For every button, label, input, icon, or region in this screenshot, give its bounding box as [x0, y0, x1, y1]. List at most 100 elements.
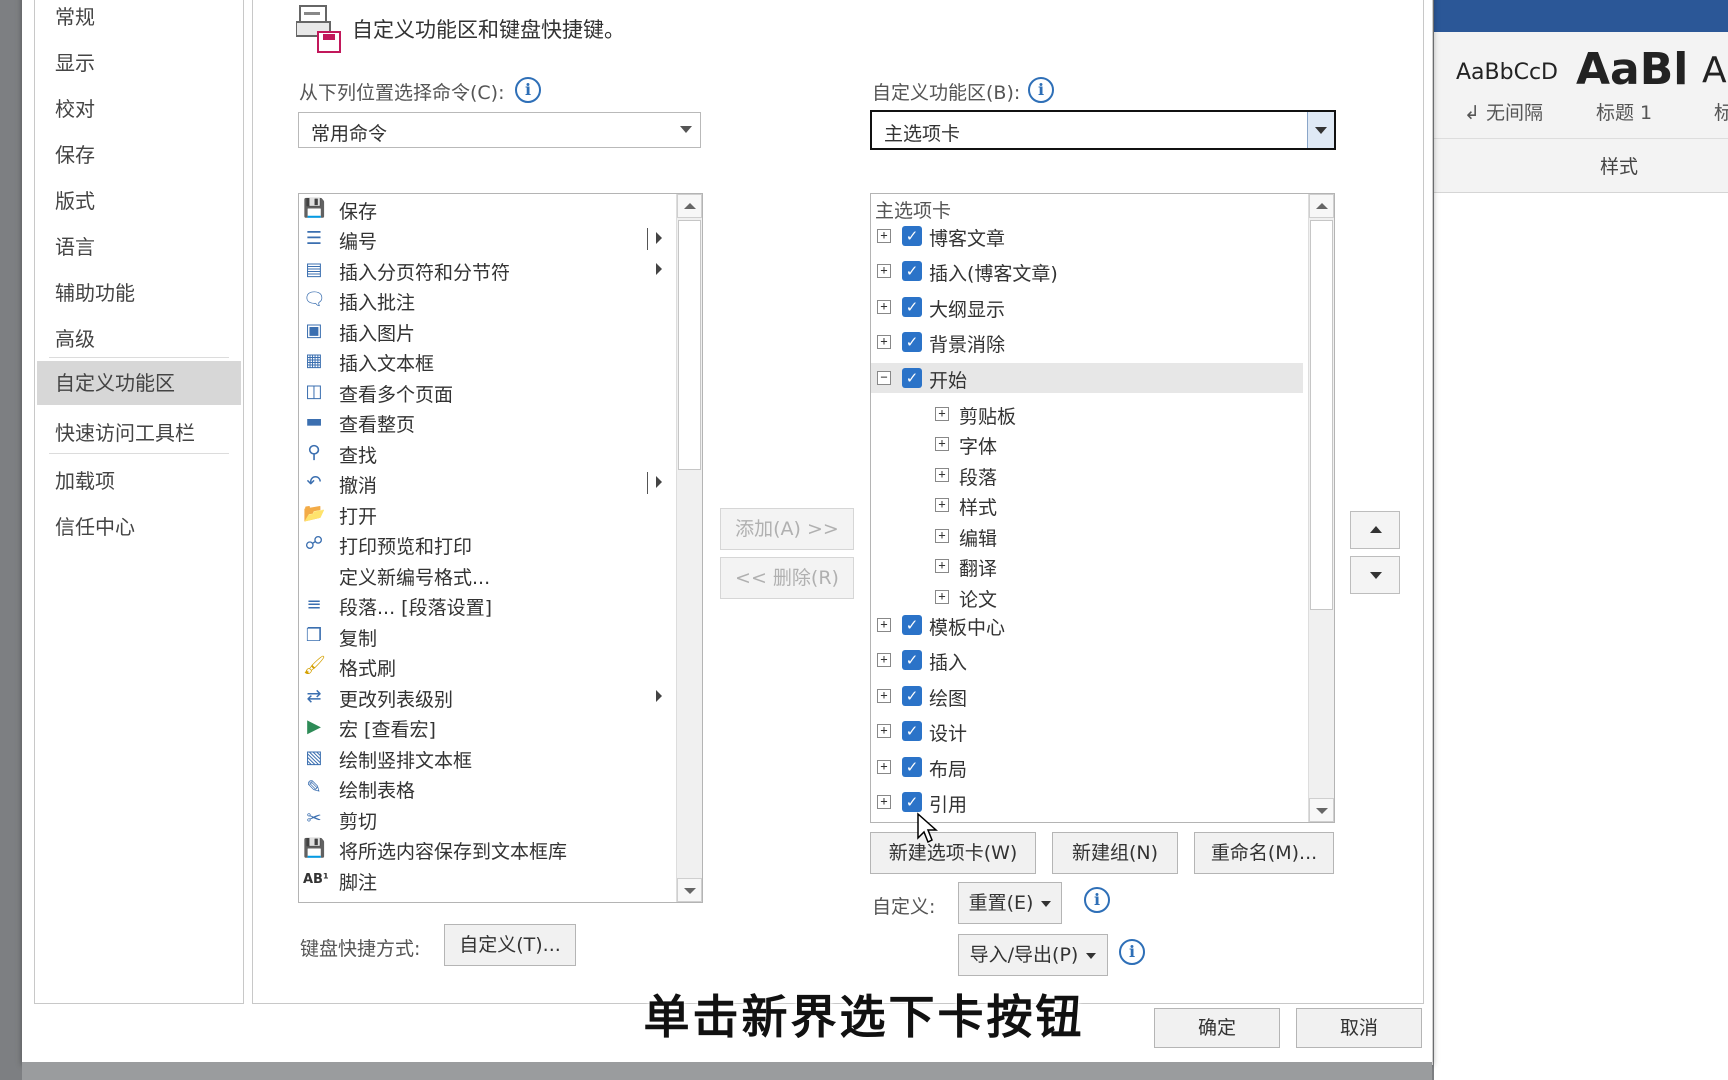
expand-icon[interactable]: +: [877, 760, 891, 774]
list-item[interactable]: ▣ 插入图片: [299, 316, 659, 346]
checkbox-checked-icon[interactable]: ✓: [902, 686, 922, 706]
sidebar-item-proofing[interactable]: 校对: [55, 93, 95, 122]
tree-group-row[interactable]: + 样式: [871, 490, 1301, 520]
tree-tab-row[interactable]: + ✓ 大纲显示: [871, 292, 1301, 322]
scroll-up-button[interactable]: [677, 194, 702, 218]
sidebar-item-advanced[interactable]: 高级: [55, 323, 95, 352]
checkbox-checked-icon[interactable]: ✓: [902, 615, 922, 635]
list-item[interactable]: ⇄ 更改列表级别: [299, 682, 662, 712]
style-normal-sample[interactable]: AaBbCcD: [1456, 60, 1558, 85]
collapse-icon[interactable]: −: [877, 371, 891, 385]
tree-tab-row[interactable]: + ✓ 博客文章: [871, 221, 1301, 251]
list-item[interactable]: 🖌 格式刷: [299, 651, 659, 681]
commands-scrollbar[interactable]: [676, 194, 702, 902]
expand-icon[interactable]: +: [877, 689, 891, 703]
checkbox-checked-icon[interactable]: ✓: [902, 650, 922, 670]
list-item[interactable]: ✎ 绘制表格: [299, 773, 659, 803]
expand-icon[interactable]: +: [935, 468, 949, 482]
new-tab-button[interactable]: 新建选项卡(W): [870, 832, 1036, 874]
info-icon[interactable]: i: [1119, 939, 1145, 965]
sidebar-item-general[interactable]: 常规: [55, 1, 95, 30]
expand-icon[interactable]: +: [935, 559, 949, 573]
scroll-up-button[interactable]: [1309, 194, 1334, 218]
tree-group-row[interactable]: + 剪贴板: [871, 399, 1301, 429]
info-icon[interactable]: i: [1084, 887, 1110, 913]
checkbox-checked-icon[interactable]: ✓: [902, 792, 922, 812]
list-item[interactable]: ▤ 插入分页符和分节符: [299, 255, 662, 285]
expand-icon[interactable]: +: [877, 795, 891, 809]
tree-tab-row-selected[interactable]: − ✓ 开始: [871, 363, 1303, 393]
sidebar-item-layout[interactable]: 版式: [55, 185, 95, 214]
list-item[interactable]: ☰ 编号: [299, 224, 662, 254]
list-item[interactable]: ☍ 打印预览和打印: [299, 529, 659, 559]
list-item[interactable]: ◫ 查看多个页面: [299, 377, 659, 407]
scroll-down-button[interactable]: [1309, 798, 1334, 822]
sidebar-item-display[interactable]: 显示: [55, 47, 95, 76]
checkbox-checked-icon[interactable]: ✓: [902, 226, 922, 246]
tree-tab-row[interactable]: + ✓ 模板中心: [871, 610, 1301, 640]
checkbox-checked-icon[interactable]: ✓: [902, 368, 922, 388]
tree-tab-row[interactable]: + ✓ 绘图: [871, 681, 1301, 711]
tree-group-row[interactable]: + 字体: [871, 429, 1301, 459]
import-export-dropdown-button[interactable]: 导入/导出(P): [958, 934, 1108, 976]
choose-commands-dropdown[interactable]: 常用命令: [298, 112, 701, 148]
list-item[interactable]: AB¹ 脚注: [299, 865, 659, 895]
info-icon[interactable]: i: [1028, 77, 1054, 103]
expand-icon[interactable]: +: [935, 498, 949, 512]
checkbox-checked-icon[interactable]: ✓: [902, 297, 922, 317]
list-item[interactable]: ↶ 撤消: [299, 468, 662, 498]
list-item[interactable]: ▶ 宏 [查看宏]: [299, 712, 659, 742]
list-item[interactable]: ≡ 段落... [段落设置]: [299, 590, 659, 620]
tree-tab-row[interactable]: + ✓ 背景消除: [871, 327, 1301, 357]
expand-icon[interactable]: +: [935, 437, 949, 451]
list-item[interactable]: 📂 打开: [299, 499, 659, 529]
tree-tab-row[interactable]: + ✓ 插入(博客文章): [871, 256, 1301, 286]
sidebar-item-language[interactable]: 语言: [55, 231, 95, 260]
expand-icon[interactable]: +: [877, 300, 891, 314]
tree-tab-row[interactable]: + ✓ 布局: [871, 752, 1301, 782]
info-icon[interactable]: i: [515, 77, 541, 103]
rename-button[interactable]: 重命名(M)...: [1194, 832, 1334, 874]
checkbox-checked-icon[interactable]: ✓: [902, 757, 922, 777]
list-item[interactable]: ✂ 剪切: [299, 804, 659, 834]
list-item[interactable]: 💾 将所选内容保存到文本框库: [299, 834, 659, 864]
commands-list[interactable]: 💾 保存 ☰ 编号 ▤ 插入分页符和分节符 🗨 插入批注 ▣ 插入图片 ▦ 插入文本框 ◫ 查…: [298, 193, 703, 903]
checkbox-checked-icon[interactable]: ✓: [902, 261, 922, 281]
list-item[interactable]: ▬ 查看整页: [299, 407, 659, 437]
tree-scrollbar[interactable]: [1308, 194, 1334, 822]
sidebar-item-quick-access-toolbar[interactable]: 快速访问工具栏: [55, 417, 195, 446]
expand-icon[interactable]: +: [877, 724, 891, 738]
list-item[interactable]: 💾 保存: [299, 194, 659, 224]
tree-group-row[interactable]: + 翻译: [871, 551, 1301, 581]
expand-icon[interactable]: +: [877, 264, 891, 278]
expand-icon[interactable]: +: [877, 229, 891, 243]
sidebar-item-customize-ribbon[interactable]: 自定义功能区: [37, 361, 241, 405]
tree-tab-row[interactable]: + ✓ 插入: [871, 645, 1301, 675]
expand-icon[interactable]: +: [877, 653, 891, 667]
reset-dropdown-button[interactable]: 重置(E): [958, 882, 1062, 924]
expand-icon[interactable]: +: [935, 529, 949, 543]
sidebar-item-accessibility[interactable]: 辅助功能: [55, 277, 135, 306]
list-item[interactable]: ▧ 绘制竖排文本框: [299, 743, 659, 773]
remove-button[interactable]: << 删除(R): [720, 557, 854, 599]
style-next-sample[interactable]: A: [1702, 50, 1727, 91]
sidebar-item-save[interactable]: 保存: [55, 139, 95, 168]
customize-keyboard-button[interactable]: 自定义(T)...: [444, 924, 576, 966]
list-item[interactable]: 🗨 插入批注: [299, 285, 659, 315]
checkbox-checked-icon[interactable]: ✓: [902, 721, 922, 741]
list-item[interactable]: ▦ 插入文本框: [299, 346, 659, 376]
list-item[interactable]: ⚲ 查找: [299, 438, 659, 468]
tree-group-row[interactable]: + 编辑: [871, 521, 1301, 551]
scroll-thumb[interactable]: [1310, 220, 1333, 610]
new-group-button[interactable]: 新建组(N): [1052, 832, 1178, 874]
expand-icon[interactable]: +: [877, 335, 891, 349]
list-item[interactable]: ❐ 复制: [299, 621, 659, 651]
tree-tab-row[interactable]: + ✓ 设计: [871, 716, 1301, 746]
sidebar-item-add-ins[interactable]: 加载项: [55, 465, 115, 494]
list-item[interactable]: 定义新编号格式...: [299, 560, 659, 590]
style-heading1-sample[interactable]: AaBl: [1576, 44, 1688, 95]
expand-icon[interactable]: +: [877, 618, 891, 632]
expand-icon[interactable]: +: [935, 407, 949, 421]
move-up-button[interactable]: [1350, 511, 1400, 549]
customize-ribbon-dropdown[interactable]: 主选项卡: [870, 110, 1336, 150]
